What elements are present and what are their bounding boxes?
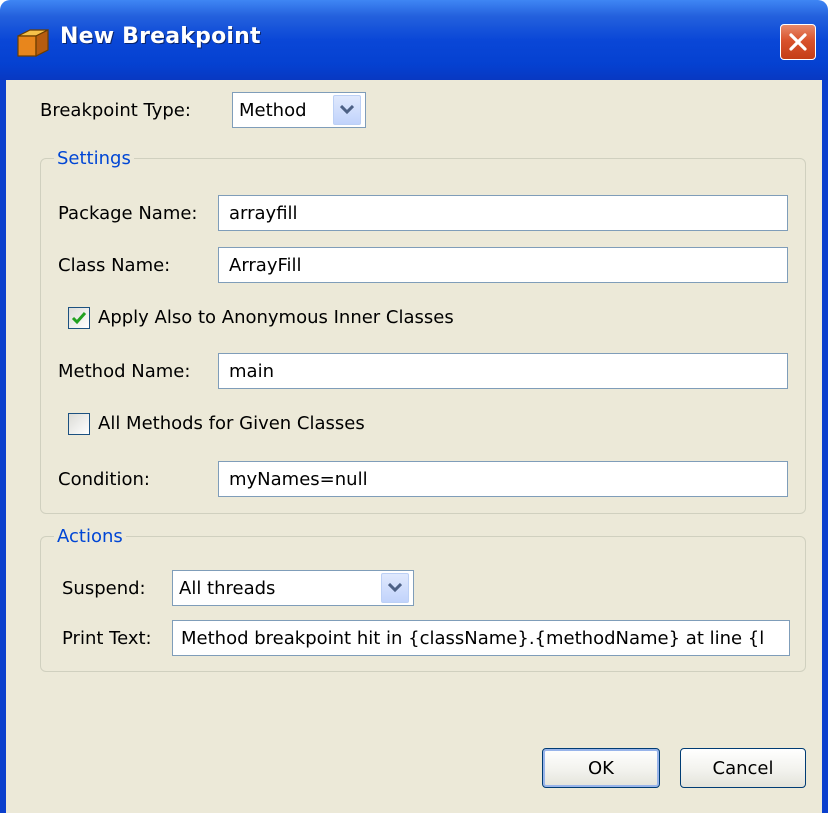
breakpoint-type-label: Breakpoint Type: xyxy=(40,100,191,121)
breakpoint-type-dropdown-button[interactable] xyxy=(333,95,361,125)
class-name-label: Class Name: xyxy=(58,255,171,276)
actions-group-title: Actions xyxy=(54,526,126,547)
apply-inner-label[interactable]: Apply Also to Anonymous Inner Classes xyxy=(98,307,454,328)
suspend-dropdown-button[interactable] xyxy=(381,573,409,603)
suspend-select[interactable]: All threads xyxy=(172,570,414,606)
title-bar[interactable]: New Breakpoint xyxy=(0,0,828,80)
method-name-label: Method Name: xyxy=(58,361,191,382)
dialog-window: New Breakpoint Breakpoint Type: Method S… xyxy=(0,0,828,813)
window-title: New Breakpoint xyxy=(60,24,261,49)
cancel-button[interactable]: Cancel xyxy=(680,748,806,788)
ok-button[interactable]: OK xyxy=(542,748,660,788)
all-methods-checkbox[interactable] xyxy=(68,413,90,435)
print-text-input[interactable]: Method breakpoint hit in {className}.{me… xyxy=(172,620,790,656)
package-name-label: Package Name: xyxy=(58,203,198,224)
apply-inner-checkbox[interactable] xyxy=(68,307,90,329)
condition-input[interactable]: myNames=null xyxy=(218,461,788,497)
close-button[interactable] xyxy=(780,24,816,60)
class-name-input[interactable]: ArrayFill xyxy=(218,247,788,283)
class-name-value: ArrayFill xyxy=(229,255,302,276)
all-methods-label[interactable]: All Methods for Given Classes xyxy=(98,413,365,434)
chevron-down-icon xyxy=(340,105,354,115)
condition-value: myNames=null xyxy=(229,469,368,490)
method-name-value: main xyxy=(229,361,274,382)
print-text-label: Print Text: xyxy=(62,628,152,649)
dialog-body: Breakpoint Type: Method Settings Package… xyxy=(6,80,822,813)
condition-label: Condition: xyxy=(58,469,150,490)
app-icon xyxy=(17,29,49,57)
chevron-down-icon xyxy=(388,583,402,593)
suspend-value: All threads xyxy=(179,578,276,599)
print-text-value: Method breakpoint hit in {className}.{me… xyxy=(181,628,765,649)
package-name-input[interactable]: arrayfill xyxy=(218,195,788,231)
breakpoint-type-select[interactable]: Method xyxy=(232,92,366,128)
package-name-value: arrayfill xyxy=(229,203,298,224)
method-name-input[interactable]: main xyxy=(218,353,788,389)
breakpoint-type-value: Method xyxy=(239,100,307,121)
settings-group-title: Settings xyxy=(54,148,134,169)
close-icon xyxy=(789,33,807,51)
checkmark-icon xyxy=(71,312,87,325)
suspend-label: Suspend: xyxy=(62,578,146,599)
